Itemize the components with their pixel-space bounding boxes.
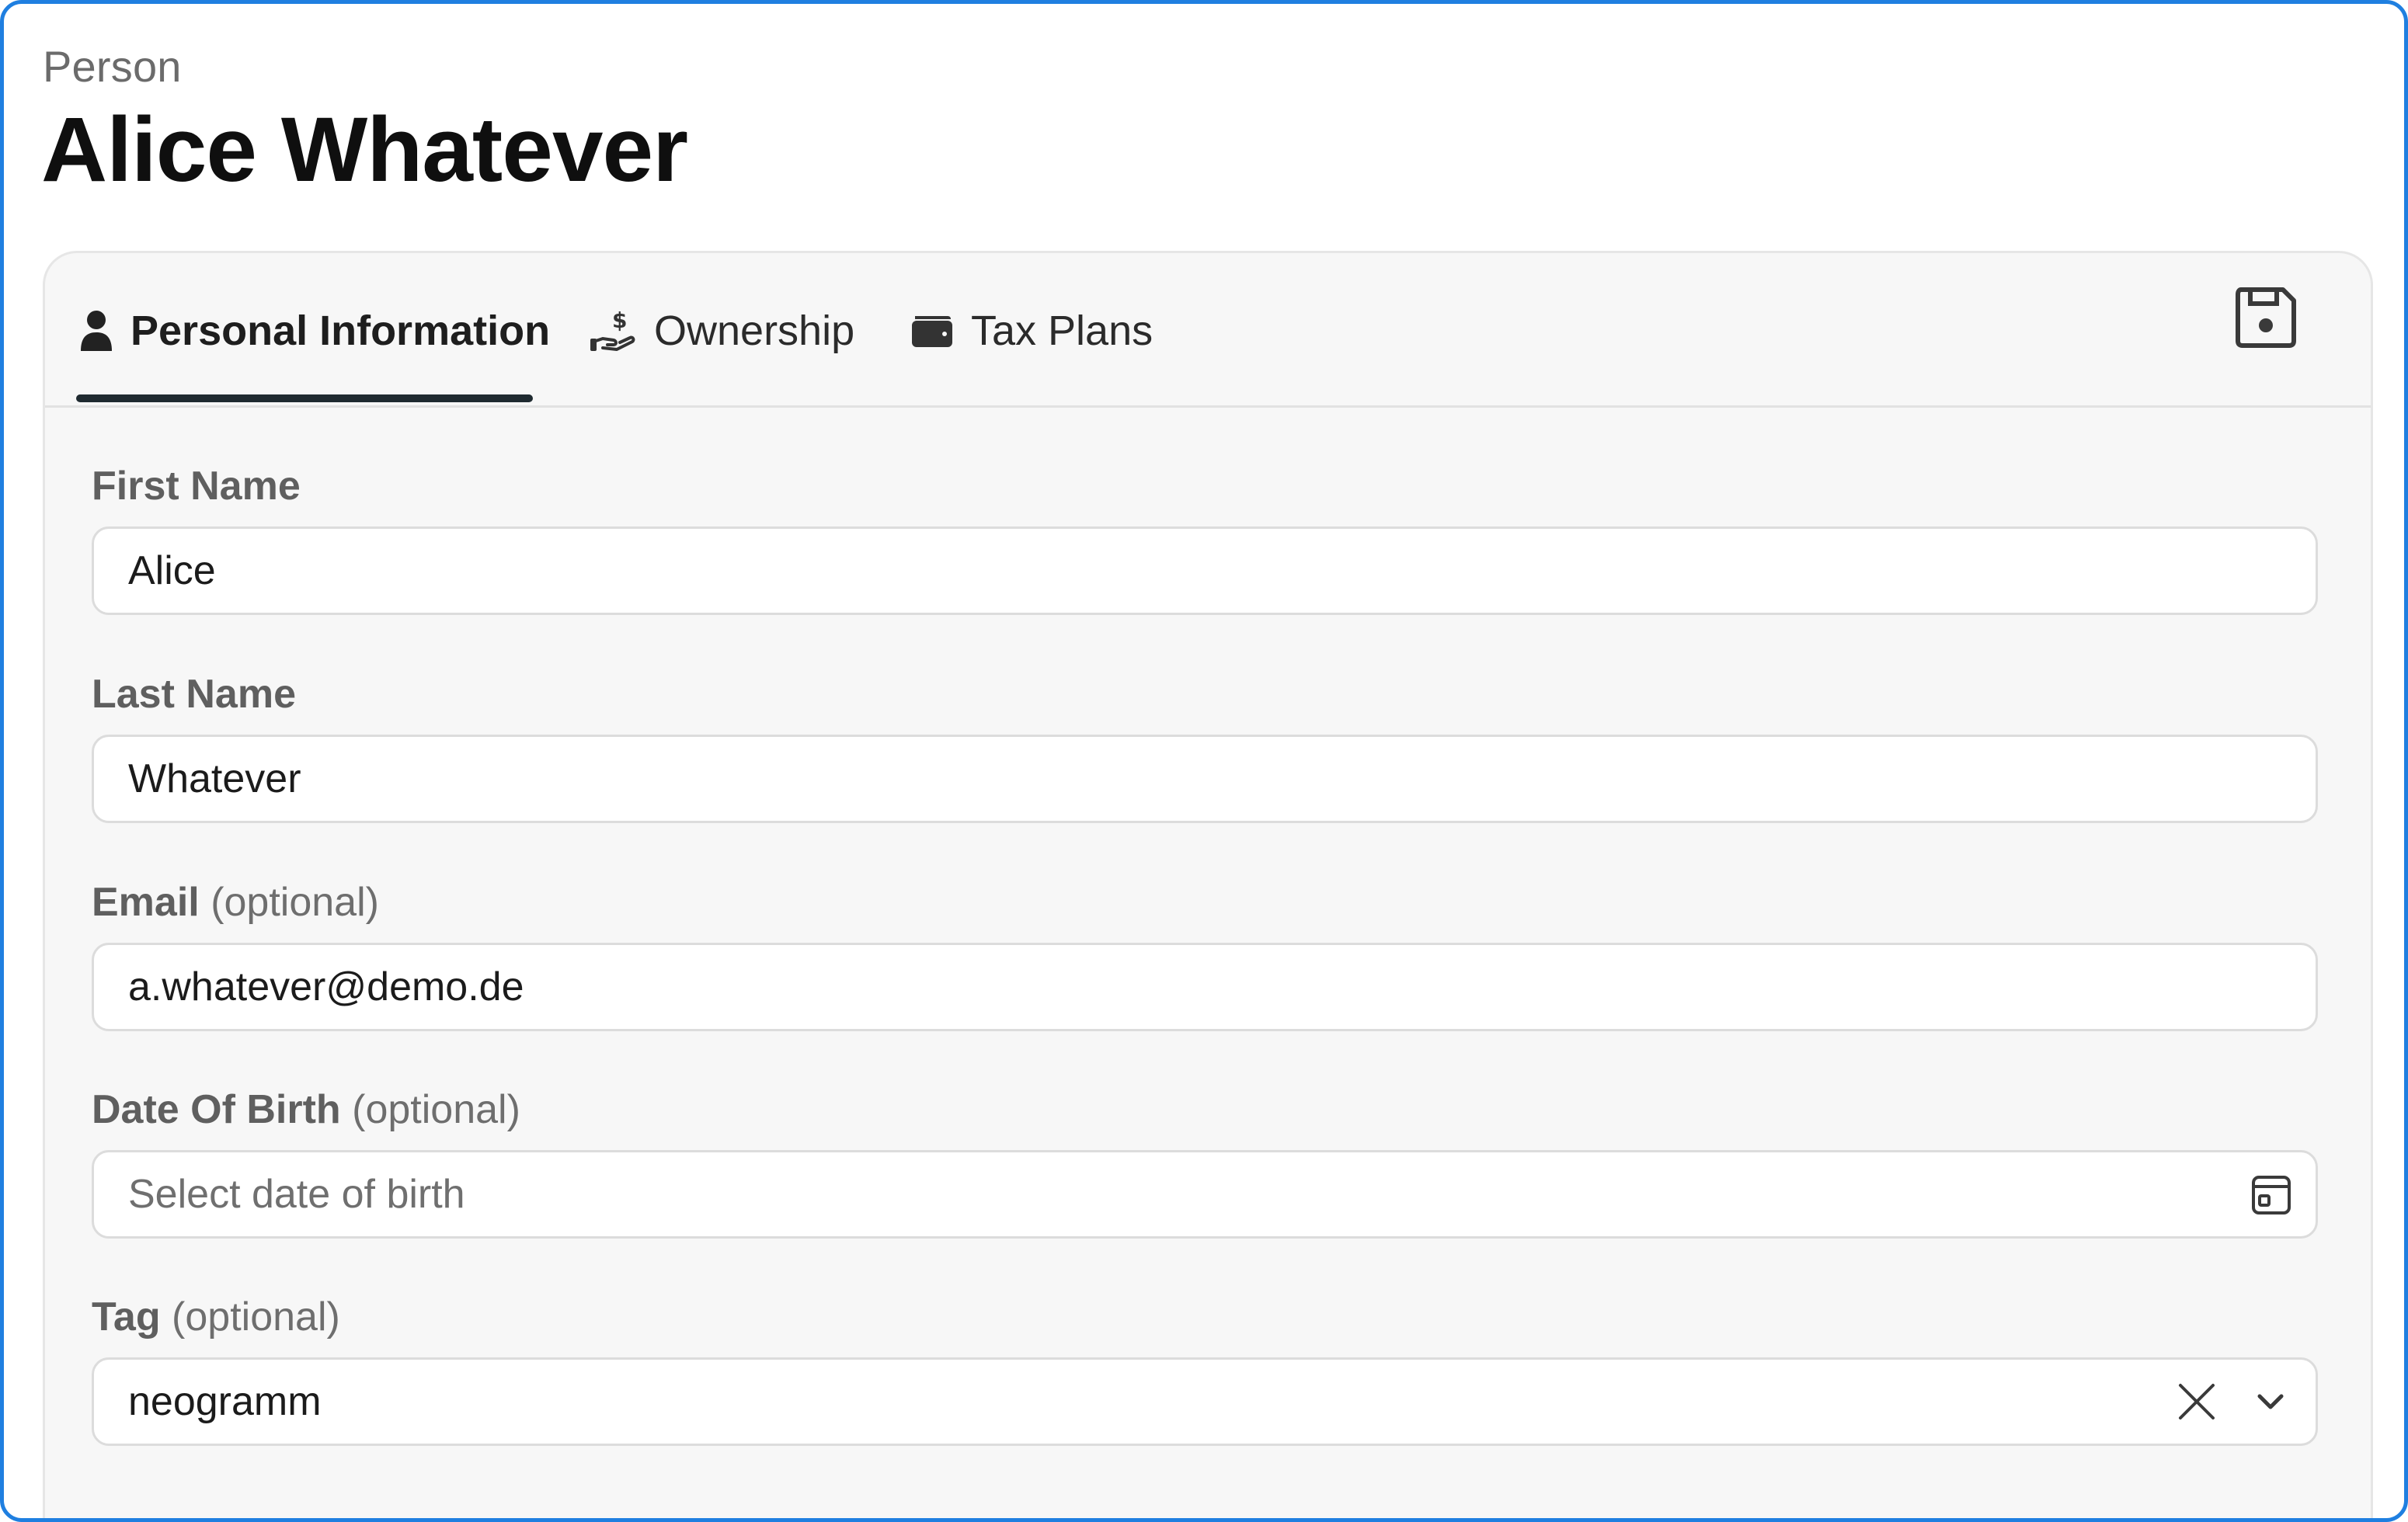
tag-value: neogramm <box>128 1379 322 1424</box>
wallet-icon <box>910 313 954 349</box>
last-name-value: Whatever <box>128 756 301 801</box>
date-of-birth-field[interactable]: Select date of birth <box>92 1150 2318 1239</box>
label-text: Tag <box>92 1294 161 1340</box>
svg-text:$: $ <box>612 308 627 333</box>
tab-ownership[interactable]: $ Ownership <box>590 300 854 362</box>
optional-hint: (optional) <box>352 1087 520 1132</box>
label-text: Date Of Birth <box>92 1087 341 1132</box>
hand-dollar-icon: $ <box>590 308 637 354</box>
tag-select[interactable]: neogramm <box>92 1357 2318 1446</box>
first-name-label: First Name <box>92 463 301 509</box>
tab-personal-information[interactable]: Personal Information <box>79 300 550 362</box>
email-value: a.whatever@demo.de <box>128 964 524 1009</box>
tab-tax-plans[interactable]: Tax Plans <box>910 300 1153 362</box>
app-window: Person Alice Whatever Personal Informati… <box>0 0 2408 1522</box>
person-icon <box>79 309 113 353</box>
person-form-card: Personal Information $ Ownership Tax Pla… <box>43 251 2373 1518</box>
save-button[interactable] <box>2231 284 2301 354</box>
page-title: Alice Whatever <box>41 99 688 201</box>
close-icon[interactable] <box>2177 1382 2216 1421</box>
optional-hint: (optional) <box>172 1294 340 1340</box>
label-text: Email <box>92 880 200 925</box>
last-name-label: Last Name <box>92 671 296 718</box>
date-of-birth-label: Date Of Birth (optional) <box>92 1086 520 1133</box>
tag-label: Tag (optional) <box>92 1294 340 1340</box>
tab-bar: Personal Information $ Ownership Tax Pla… <box>45 253 2371 408</box>
tab-label: Tax Plans <box>971 308 1154 354</box>
save-icon <box>2233 285 2298 354</box>
first-name-field[interactable]: Alice <box>92 526 2318 615</box>
date-of-birth-placeholder: Select date of birth <box>128 1172 465 1217</box>
label-text: Last Name <box>92 672 296 717</box>
tab-label: Ownership <box>654 308 855 354</box>
first-name-value: Alice <box>128 548 216 593</box>
chevron-down-icon[interactable] <box>2257 1393 2284 1410</box>
email-field[interactable]: a.whatever@demo.de <box>92 943 2318 1031</box>
optional-hint: (optional) <box>211 880 379 925</box>
last-name-field[interactable]: Whatever <box>92 735 2318 823</box>
label-text: First Name <box>92 464 301 509</box>
calendar-icon[interactable] <box>2250 1173 2292 1216</box>
tab-label: Personal Information <box>130 308 551 354</box>
active-tab-indicator <box>76 394 533 402</box>
email-label: Email (optional) <box>92 879 379 926</box>
page-kicker: Person <box>43 42 182 91</box>
